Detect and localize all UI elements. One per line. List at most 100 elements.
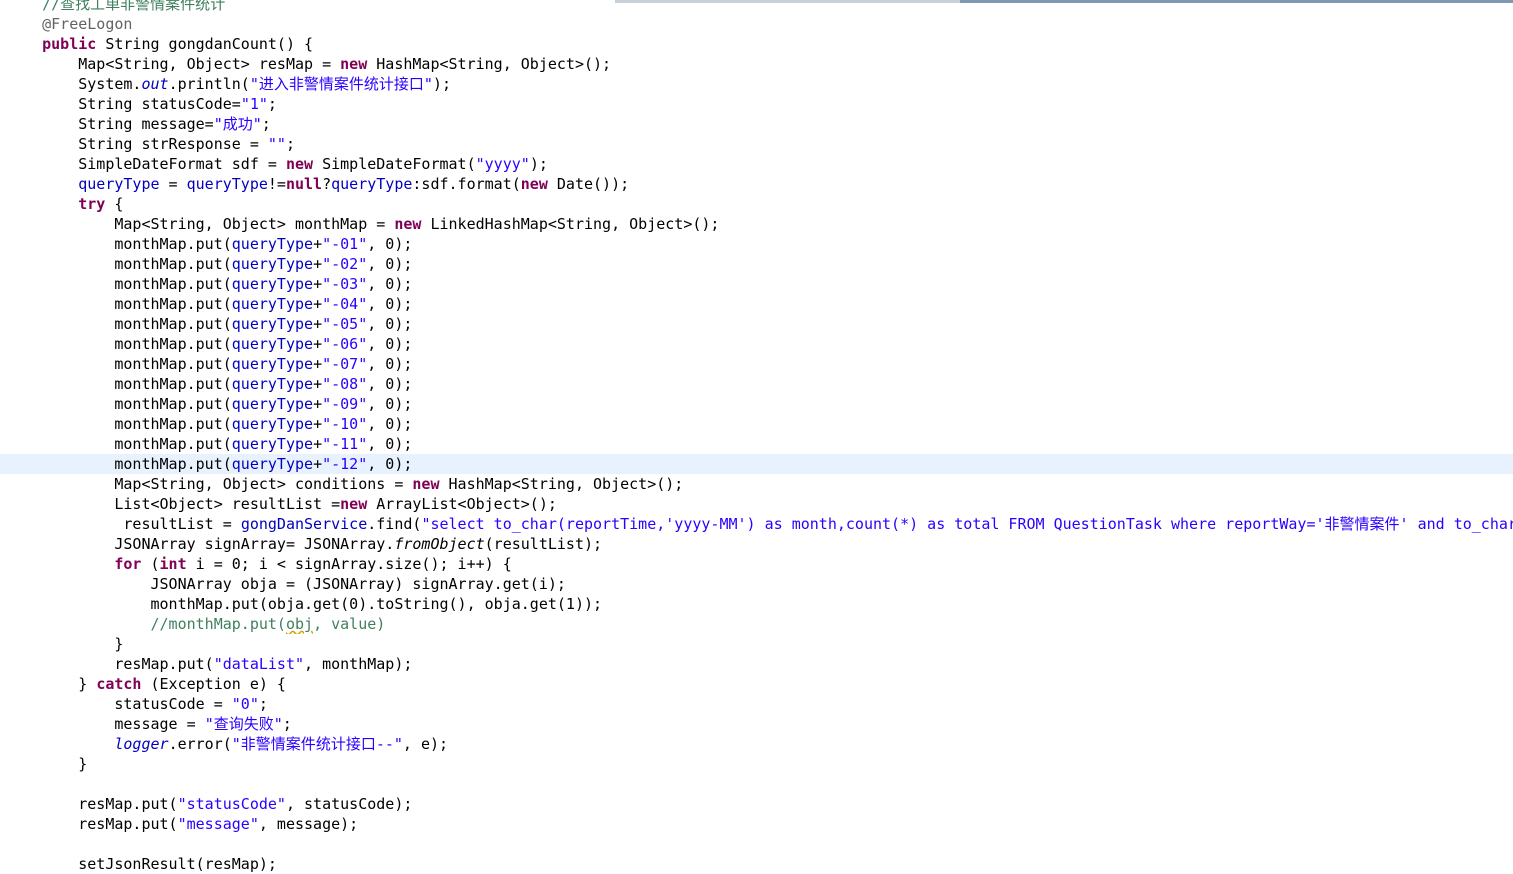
code-editor[interactable]: //查找工单非警情案件统计 @FreeLogon public String g… (0, 0, 1513, 874)
code-line[interactable]: Map<String, Object> conditions = new Has… (0, 474, 1513, 494)
string-literal: "查询失败" (204, 715, 283, 733)
code-text: , 0); (367, 355, 413, 373)
code-text: + (313, 275, 323, 293)
field-reference: queryType (186, 175, 268, 193)
code-line[interactable]: public String gongdanCount() { (0, 34, 1513, 54)
code-text: LinkedHashMap<String, Object>(); (421, 215, 720, 233)
code-line[interactable]: Map<String, Object> resMap = new HashMap… (0, 54, 1513, 74)
code-text: monthMap.put( (42, 235, 232, 253)
keyword: try (78, 195, 106, 213)
code-line[interactable]: JSONArray obja = (JSONArray) signArray.g… (0, 574, 1513, 594)
code-text: HashMap<String, Object>(); (439, 475, 684, 493)
code-line[interactable]: monthMap.put(obja.get(0).toString(), obj… (0, 594, 1513, 614)
code-line[interactable]: try { (0, 194, 1513, 214)
code-line[interactable]: resultList = gongDanService.find("select… (0, 514, 1513, 534)
code-line[interactable]: monthMap.put(queryType+"-11", 0); (0, 434, 1513, 454)
code-text: , 0); (367, 375, 413, 393)
code-line[interactable]: String message="成功"; (0, 114, 1513, 134)
code-text: monthMap.put( (42, 315, 232, 333)
code-line[interactable]: monthMap.put(queryType+"-03", 0); (0, 274, 1513, 294)
code-line-empty[interactable] (0, 774, 1513, 794)
code-line[interactable]: String strResponse = ""; (0, 134, 1513, 154)
static-field: out (141, 75, 169, 93)
code-text: HashMap<String, Object>(); (367, 55, 612, 73)
code-line[interactable]: Map<String, Object> monthMap = new Linke… (0, 214, 1513, 234)
code-line[interactable]: System.out.println("进入非警情案件统计接口"); (0, 74, 1513, 94)
field-reference: queryType (231, 255, 314, 273)
code-text: { (105, 195, 124, 213)
code-text: ; (267, 95, 277, 113)
code-text: message = (42, 715, 205, 733)
code-line[interactable]: monthMap.put(queryType+"-07", 0); (0, 354, 1513, 374)
code-text: , 0); (367, 435, 413, 453)
code-text: ; (258, 695, 268, 713)
code-text: Map<String, Object> resMap = (42, 55, 341, 73)
code-line[interactable]: monthMap.put(queryType+"-09", 0); (0, 394, 1513, 414)
code-line[interactable]: resMap.put("dataList", monthMap); (0, 654, 1513, 674)
code-line[interactable]: } (0, 754, 1513, 774)
code-text: + (313, 435, 323, 453)
code-text: String strResponse = (42, 135, 268, 153)
code-line[interactable]: monthMap.put(queryType+"-05", 0); (0, 314, 1513, 334)
code-line[interactable]: String statusCode="1"; (0, 94, 1513, 114)
code-line[interactable]: monthMap.put(queryType+"-02", 0); (0, 254, 1513, 274)
code-text: ( (141, 555, 160, 573)
code-text: != (267, 175, 286, 193)
code-line[interactable]: setJsonResult(resMap); (0, 854, 1513, 874)
code-line[interactable]: queryType = queryType!=null?queryType:sd… (0, 174, 1513, 194)
code-line[interactable]: monthMap.put(queryType+"-01", 0); (0, 234, 1513, 254)
code-text: , 0); (367, 275, 413, 293)
code-line[interactable]: //monthMap.put(obj, value) (0, 614, 1513, 634)
code-line[interactable]: resMap.put("statusCode", statusCode); (0, 794, 1513, 814)
keyword: catch (96, 675, 142, 693)
code-text: System. (42, 75, 142, 93)
code-text: Map<String, Object> conditions = (42, 475, 413, 493)
code-line[interactable]: } catch (Exception e) { (0, 674, 1513, 694)
annotation: @FreeLogon (42, 15, 133, 33)
code-text: , 0); (367, 335, 413, 353)
code-text: .error( (168, 735, 232, 753)
code-line[interactable]: logger.error("非警情案件统计接口--", e); (0, 734, 1513, 754)
string-literal: "-03" (322, 275, 368, 293)
code-text: .find( (367, 515, 422, 533)
code-line[interactable]: monthMap.put(queryType+"-04", 0); (0, 294, 1513, 314)
code-line[interactable]: resMap.put("message", message); (0, 814, 1513, 834)
code-line[interactable]: JSONArray signArray= JSONArray.fromObjec… (0, 534, 1513, 554)
code-line[interactable]: monthMap.put(queryType+"-06", 0); (0, 334, 1513, 354)
field-reference: queryType (231, 455, 314, 473)
code-line[interactable]: monthMap.put(queryType+"-08", 0); (0, 374, 1513, 394)
code-text: + (313, 315, 323, 333)
code-line[interactable]: monthMap.put(queryType+"-10", 0); (0, 414, 1513, 434)
code-line-current[interactable]: monthMap.put(queryType+"-12", 0); (0, 454, 1513, 474)
field-reference: gongDanService (240, 515, 368, 533)
code-line[interactable]: SimpleDateFormat sdf = new SimpleDateFor… (0, 154, 1513, 174)
code-line[interactable]: } (0, 634, 1513, 654)
code-line[interactable]: statusCode = "0"; (0, 694, 1513, 714)
code-line[interactable]: @FreeLogon (0, 14, 1513, 34)
keyword: null (285, 175, 323, 193)
code-text: :sdf.format( (412, 175, 521, 193)
comment: , value) (313, 615, 386, 633)
code-line[interactable]: message = "查询失败"; (0, 714, 1513, 734)
code-line[interactable]: //查找工单非警情案件统计 (0, 0, 1513, 14)
code-line[interactable]: List<Object> resultList =new ArrayList<O… (0, 494, 1513, 514)
code-text: , monthMap); (304, 655, 413, 673)
code-text: + (313, 355, 323, 373)
code-text: + (313, 255, 323, 273)
code-line-empty[interactable] (0, 834, 1513, 854)
comment: //monthMap.put( (42, 615, 286, 633)
code-line[interactable]: for (int i = 0; i < signArray.size(); i+… (0, 554, 1513, 574)
keyword: new (285, 155, 314, 173)
